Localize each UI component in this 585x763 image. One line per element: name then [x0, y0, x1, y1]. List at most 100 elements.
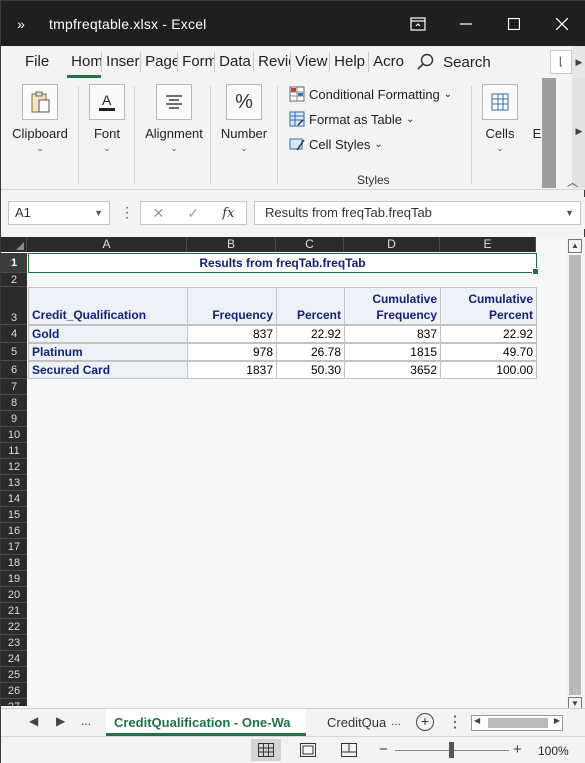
- cell-frequency[interactable]: 837: [187, 325, 277, 343]
- row-header[interactable]: 7: [1, 379, 27, 395]
- cells-group[interactable]: Cells ⌄: [478, 84, 522, 154]
- quick-access-overflow-icon[interactable]: »: [1, 16, 41, 32]
- row-header[interactable]: 24: [1, 651, 27, 667]
- formula-input[interactable]: Results from freqTab.freqTab ▼: [254, 201, 581, 225]
- row-header[interactable]: 26: [1, 683, 27, 699]
- row-header[interactable]: 3: [1, 287, 27, 325]
- tab-home[interactable]: Hom: [67, 46, 102, 78]
- tab-review[interactable]: Revie: [254, 46, 290, 78]
- row-header[interactable]: 13: [1, 475, 27, 491]
- more-sheets-right[interactable]: ...: [391, 714, 401, 728]
- prev-sheet-icon[interactable]: ◀: [29, 714, 38, 728]
- column-header-b[interactable]: B: [187, 237, 276, 252]
- row-label-gold[interactable]: Gold: [28, 325, 188, 343]
- cell-cumulative-percent[interactable]: 22.92: [440, 325, 537, 343]
- row-header[interactable]: 20: [1, 587, 27, 603]
- title-cell[interactable]: Results from freqTab.freqTab: [28, 253, 539, 275]
- vertical-scrollbar[interactable]: ▲ ▼: [566, 237, 585, 712]
- ribbon-overflow-button[interactable]: ⌊: [550, 50, 572, 74]
- cell-cumulative-percent[interactable]: 49.70: [440, 343, 537, 361]
- header-cumulative-frequency[interactable]: Cumulative Frequency: [344, 287, 441, 325]
- cell-frequency[interactable]: 978: [187, 343, 277, 361]
- ribbon-scroll-bar[interactable]: [542, 78, 556, 188]
- tab-file[interactable]: File: [21, 46, 53, 78]
- row-header[interactable]: 6: [1, 361, 27, 379]
- row-label-platinum[interactable]: Platinum: [28, 343, 188, 361]
- worksheet-grid[interactable]: A B C D E 1 2 3 4 5 6 7 8 9 10 11 12 13 14 15 16 17 18 19 2…: [1, 237, 566, 706]
- page-layout-view-icon[interactable]: [293, 739, 323, 761]
- scroll-thumb[interactable]: [569, 255, 581, 695]
- expand-formula-icon[interactable]: ▼: [565, 202, 574, 224]
- row-header[interactable]: 8: [1, 395, 27, 411]
- more-options-icon[interactable]: ⋮: [447, 712, 463, 732]
- insert-function-icon[interactable]: fx: [222, 206, 234, 221]
- row-header[interactable]: 10: [1, 427, 27, 443]
- ribbon-scroll-right[interactable]: ▶: [572, 78, 585, 188]
- next-sheet-icon[interactable]: ▶: [56, 714, 65, 728]
- scroll-right-icon[interactable]: ▶: [554, 716, 560, 725]
- add-sheet-icon[interactable]: +: [416, 713, 434, 731]
- close-icon[interactable]: [538, 1, 585, 46]
- clipboard-group[interactable]: Clipboard ⌄: [9, 84, 71, 154]
- zoom-level[interactable]: 100%: [538, 744, 569, 758]
- column-header-c[interactable]: C: [276, 237, 344, 252]
- column-header-d[interactable]: D: [344, 237, 440, 252]
- tab-acrobat[interactable]: Acro: [369, 46, 407, 78]
- horizontal-scrollbar[interactable]: ◀ ▶: [471, 715, 563, 731]
- tab-page-layout[interactable]: Page: [141, 46, 177, 78]
- zoom-in-icon[interactable]: +: [513, 741, 522, 758]
- tab-view[interactable]: View: [291, 46, 329, 78]
- header-percent[interactable]: Percent: [276, 287, 345, 325]
- name-box[interactable]: A1 ▼: [8, 201, 110, 225]
- tab-help[interactable]: Help: [330, 46, 368, 78]
- cell-cumulative-frequency[interactable]: 837: [344, 325, 441, 343]
- maximize-icon[interactable]: [490, 1, 538, 46]
- minimize-icon[interactable]: [442, 1, 490, 46]
- sheet-tab[interactable]: CreditQua: [319, 709, 389, 736]
- tab-data[interactable]: Data: [215, 46, 253, 78]
- cancel-icon[interactable]: ✕: [153, 205, 165, 222]
- tab-insert[interactable]: Inser: [102, 46, 140, 78]
- row-header[interactable]: 15: [1, 507, 27, 523]
- row-header[interactable]: 21: [1, 603, 27, 619]
- normal-view-icon[interactable]: [251, 739, 281, 761]
- alignment-group[interactable]: Alignment ⌄: [143, 84, 205, 154]
- cell-percent[interactable]: 26.78: [276, 343, 345, 361]
- enter-icon[interactable]: ✓: [187, 205, 199, 222]
- search-box[interactable]: Search: [417, 53, 491, 71]
- zoom-out-icon[interactable]: −: [379, 741, 388, 758]
- select-all-button[interactable]: [1, 237, 27, 252]
- cell-cumulative-percent[interactable]: 100.00: [440, 361, 537, 379]
- tab-scroll-right-icon[interactable]: ▶: [572, 46, 585, 78]
- row-header[interactable]: 16: [1, 523, 27, 539]
- cell-cumulative-frequency[interactable]: 1815: [344, 343, 441, 361]
- conditional-formatting-button[interactable]: Conditional Formatting ⌄: [289, 86, 452, 102]
- row-header[interactable]: 25: [1, 667, 27, 683]
- row-header[interactable]: 19: [1, 571, 27, 587]
- number-group[interactable]: % Number ⌄: [217, 84, 271, 154]
- row-header[interactable]: 11: [1, 443, 27, 459]
- tab-formulas[interactable]: Form: [178, 46, 214, 78]
- row-header[interactable]: 1: [1, 253, 27, 273]
- column-header-e[interactable]: E: [440, 237, 536, 252]
- row-header[interactable]: 17: [1, 539, 27, 555]
- zoom-slider-handle[interactable]: [449, 742, 454, 758]
- sheet-tab-active[interactable]: CreditQualification - One-Wa: [106, 709, 306, 736]
- row-header[interactable]: 14: [1, 491, 27, 507]
- collapse-ribbon-icon[interactable]: ︿: [567, 174, 578, 190]
- row-header[interactable]: 12: [1, 459, 27, 475]
- ribbon-display-options-icon[interactable]: [394, 1, 442, 46]
- row-header[interactable]: 5: [1, 343, 27, 361]
- cell-percent[interactable]: 50.30: [276, 361, 345, 379]
- row-header[interactable]: 9: [1, 411, 27, 427]
- cell-percent[interactable]: 22.92: [276, 325, 345, 343]
- row-header[interactable]: 4: [1, 325, 27, 343]
- more-sheets-left[interactable]: ...: [81, 714, 91, 728]
- more-options-icon[interactable]: ⋮: [120, 204, 134, 221]
- font-group[interactable]: A Font ⌄: [87, 84, 127, 154]
- row-label-secured-card[interactable]: Secured Card: [28, 361, 188, 379]
- row-header[interactable]: 18: [1, 555, 27, 571]
- page-break-view-icon[interactable]: [334, 739, 364, 761]
- cell-styles-button[interactable]: Cell Styles ⌄: [289, 136, 383, 152]
- row-header[interactable]: 23: [1, 635, 27, 651]
